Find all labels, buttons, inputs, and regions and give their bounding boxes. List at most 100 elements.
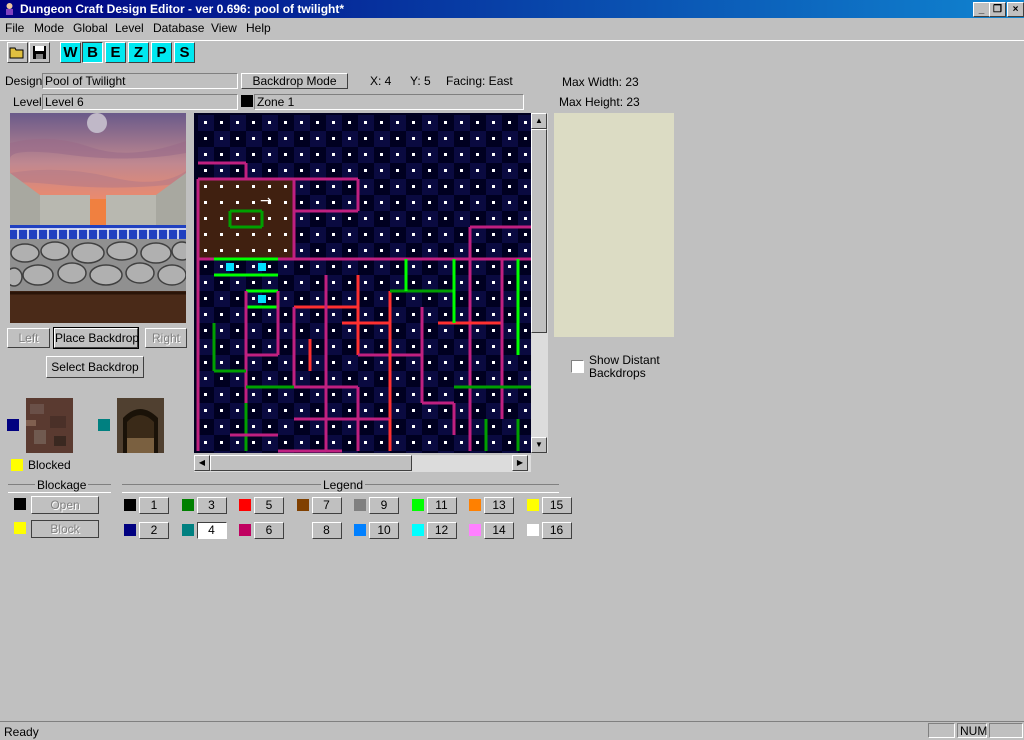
menu-level[interactable]: Level (115, 21, 144, 35)
legend-button-13[interactable]: 13 (484, 497, 514, 514)
map-vertical-scrollbar[interactable]: ▲ ▼ (531, 113, 548, 453)
texture-color-swatch-1[interactable] (7, 419, 19, 431)
blockage-title: Blockage (35, 478, 89, 492)
texture-color-swatch-2[interactable] (98, 419, 110, 431)
zone-field[interactable]: Zone 1 (254, 94, 524, 110)
menu-file[interactable]: File (5, 21, 24, 35)
map-horizontal-scrollbar[interactable]: ◀ ▶ (194, 455, 531, 472)
show-distant-backdrops-checkbox[interactable] (571, 360, 584, 373)
menu-global[interactable]: Global (73, 21, 108, 35)
legend-swatch-9 (354, 499, 366, 511)
mode-w-button[interactable]: W (60, 42, 81, 63)
legend-swatch-14 (469, 524, 481, 536)
legend-swatch-4 (181, 524, 194, 536)
block-button[interactable]: Block (31, 520, 99, 538)
open-file-button[interactable] (7, 42, 28, 63)
y-coordinate: Y: 5 (410, 74, 431, 88)
legend-button-4[interactable]: 4 (196, 522, 227, 539)
legend-button-7[interactable]: 7 (311, 497, 342, 514)
legend-swatch-8 (296, 524, 309, 536)
legend-button-10[interactable]: 10 (369, 522, 399, 539)
blocked-color-swatch (11, 459, 23, 471)
legend-button-14[interactable]: 14 (484, 522, 514, 539)
scroll-down-arrow-icon[interactable]: ▼ (531, 437, 547, 453)
mode-e-button[interactable]: E (105, 42, 126, 63)
legend-swatch-3 (181, 499, 194, 511)
svg-text:→: → (260, 193, 272, 209)
place-backdrop-button[interactable]: Place Backdrop (53, 327, 139, 349)
legend-button-9[interactable]: 9 (369, 497, 399, 514)
show-distant-label: Show Distant (589, 353, 660, 367)
floppy-disk-icon (33, 46, 46, 59)
folder-open-icon (9, 47, 24, 59)
legend-swatch-11 (411, 499, 424, 511)
menu-bar: File Mode Global Level Database View Hel… (0, 19, 1024, 37)
legend-button-16[interactable]: 16 (541, 522, 572, 539)
open-button[interactable]: Open (31, 496, 99, 514)
legend-swatch-5 (239, 499, 251, 511)
open-color-swatch (14, 498, 26, 510)
select-backdrop-button[interactable]: Select Backdrop (46, 356, 144, 378)
legend-button-6[interactable]: 6 (254, 522, 284, 539)
close-button[interactable]: × (1007, 2, 1024, 17)
distant-backdrop-preview (554, 113, 674, 337)
legend-swatch-15 (526, 499, 539, 511)
status-panel-scroll (989, 723, 1023, 738)
mode-b-button[interactable]: B (82, 42, 103, 63)
legend-swatch-1 (124, 499, 136, 511)
design-name-field[interactable]: Pool of Twilight (42, 73, 238, 89)
restore-button[interactable]: ❐ (989, 2, 1006, 17)
legend-swatch-12 (411, 524, 424, 536)
legend-button-12[interactable]: 12 (426, 522, 457, 539)
legend-swatch-13 (469, 499, 481, 511)
app-icon (6, 3, 13, 15)
legend-title: Legend (321, 478, 366, 492)
legend-button-1[interactable]: 1 (139, 497, 169, 514)
block-color-swatch (14, 522, 26, 534)
left-button[interactable]: Left (7, 328, 50, 348)
legend-button-15[interactable]: 15 (541, 497, 572, 514)
legend-swatch-2 (124, 524, 136, 536)
backdrops-label: Backdrops (589, 366, 646, 380)
menu-mode[interactable]: Mode (34, 21, 64, 35)
right-button[interactable]: Right (145, 328, 187, 348)
backdrop-mode-button[interactable]: Backdrop Mode (241, 73, 348, 89)
scroll-up-arrow-icon[interactable]: ▲ (531, 113, 547, 129)
status-panel-num: NUM (957, 723, 987, 738)
map-grid[interactable]: → (194, 113, 531, 453)
mode-z-button[interactable]: Z (128, 42, 149, 63)
level-label: Level (13, 95, 42, 109)
scroll-left-arrow-icon[interactable]: ◀ (194, 455, 210, 471)
mode-p-button[interactable]: P (151, 42, 172, 63)
legend-button-3[interactable]: 3 (196, 497, 227, 514)
legend-button-11[interactable]: 11 (426, 497, 457, 514)
level-name-field[interactable]: Level 6 (42, 94, 238, 110)
wall-texture-thumbnail[interactable] (26, 398, 73, 453)
legend-swatch-7 (296, 499, 309, 511)
legend-swatch-10 (354, 524, 366, 536)
horizontal-scroll-thumb[interactable] (210, 455, 412, 471)
legend-button-8[interactable]: 8 (311, 522, 342, 539)
wall-texture-image (26, 398, 73, 453)
save-button[interactable] (29, 42, 50, 63)
minimize-button[interactable]: _ (973, 2, 990, 17)
dungeon-view-image (10, 113, 186, 323)
max-width-label: Max Width: 23 (562, 75, 639, 89)
scroll-right-arrow-icon[interactable]: ▶ (512, 455, 528, 471)
legend-swatch-6 (239, 524, 251, 536)
status-bar (0, 721, 1024, 740)
door-texture-image (117, 398, 164, 453)
menu-view[interactable]: View (211, 21, 237, 35)
status-text: Ready (4, 725, 39, 739)
x-coordinate: X: 4 (370, 74, 392, 88)
menu-help[interactable]: Help (246, 21, 271, 35)
menu-database[interactable]: Database (153, 21, 204, 35)
legend-button-2[interactable]: 2 (139, 522, 169, 539)
backdrop-preview (10, 113, 186, 323)
mode-s-button[interactable]: S (174, 42, 195, 63)
legend-button-5[interactable]: 5 (254, 497, 284, 514)
map-canvas[interactable]: → (194, 113, 531, 453)
door-texture-thumbnail[interactable] (117, 398, 164, 453)
vertical-scroll-thumb[interactable] (531, 129, 547, 333)
title-bar: Dungeon Craft Design Editor - ver 0.696:… (0, 0, 1024, 18)
